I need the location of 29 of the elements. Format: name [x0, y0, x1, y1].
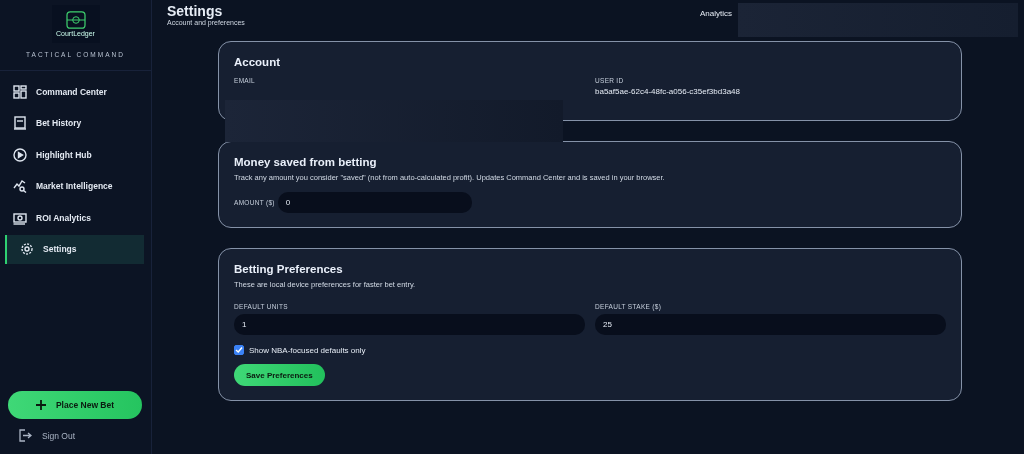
settings-icon — [20, 242, 34, 256]
card-title: Money saved from betting — [234, 156, 378, 168]
default-stake-input[interactable]: 25 — [595, 314, 946, 335]
default-units-input[interactable]: 1 — [234, 314, 585, 335]
court-logo-icon — [64, 11, 87, 29]
sidebar-item[interactable]: ROI Analytics — [5, 203, 144, 232]
page-title: Settings — [167, 3, 224, 19]
analytics-label: Analytics — [700, 9, 732, 20]
checkbox[interactable] — [234, 345, 244, 355]
checkbox-label: Show NBA-focused defaults only — [249, 345, 366, 355]
chart-search-icon — [13, 179, 27, 193]
sidebar-item[interactable]: Settings — [5, 234, 144, 264]
card-title: Account — [234, 56, 281, 68]
money-icon — [13, 210, 27, 225]
sidebar-item[interactable]: Market Intelligence — [5, 171, 144, 201]
sidebar-item[interactable]: Command Center — [5, 77, 144, 106]
sidebar-item[interactable]: Bet History — [5, 108, 144, 138]
receipt-icon — [13, 116, 27, 130]
place-new-bet-button[interactable]: Place New Bet — [8, 391, 142, 419]
plus-icon — [35, 400, 46, 410]
grid-icon — [13, 84, 27, 99]
sign-out-icon — [19, 429, 32, 442]
card-title: Betting Preferences — [234, 263, 344, 275]
user-id-value: ba5af5ae-62c4-48fc-a056-c35ef3bd3a48 — [595, 87, 741, 96]
play-icon — [13, 147, 27, 162]
save-preferences-button[interactable]: Save Preferences — [234, 364, 325, 386]
sign-out-link[interactable]: Sign Out — [19, 429, 76, 442]
sidebar-item[interactable]: Highlight Hub — [5, 140, 144, 169]
amount-input[interactable]: 0 — [277, 192, 472, 213]
